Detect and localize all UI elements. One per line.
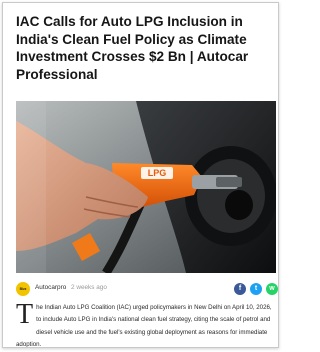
publish-time: 2 weeks ago [71, 284, 107, 291]
article-title[interactable]: IAC Calls for Auto LPG Inclusion in Indi… [16, 13, 268, 83]
facebook-share-icon[interactable]: f [234, 283, 246, 295]
twitter-share-icon[interactable]: t [250, 283, 262, 295]
article-meta: Bizz Autocarpro · 2 weeks ago f t w [16, 282, 278, 298]
whatsapp-share-icon[interactable]: w [266, 283, 278, 295]
article-body: he Indian Auto LPG Coalition (IAC) urged… [16, 304, 272, 348]
source-name[interactable]: Autocarpro [35, 284, 66, 291]
source-avatar[interactable]: Bizz [16, 282, 30, 296]
hero-image[interactable]: LPG [16, 101, 276, 273]
nozzle-lpg-label: LPG [148, 168, 167, 178]
article-card: IAC Calls for Auto LPG Inclusion in Indi… [2, 2, 279, 348]
article-excerpt: The Indian Auto LPG Coalition (IAC) urge… [16, 299, 274, 348]
meta-separator: · [64, 284, 67, 291]
dropcap-letter: T [16, 299, 34, 330]
fuel-nozzle-photo: LPG [16, 101, 276, 273]
